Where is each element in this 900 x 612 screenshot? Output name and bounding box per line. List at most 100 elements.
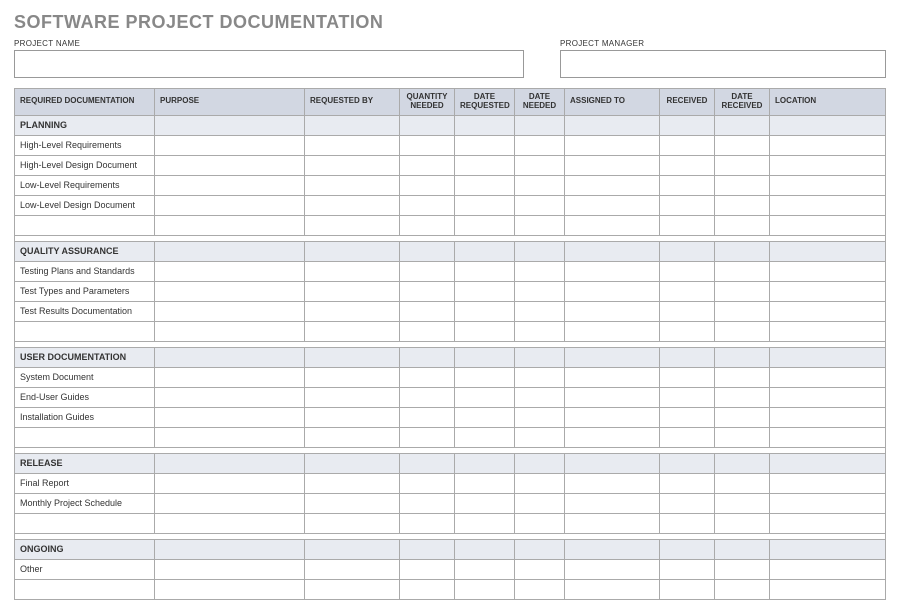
data-cell[interactable] — [305, 513, 400, 533]
data-cell[interactable] — [565, 367, 660, 387]
data-cell[interactable] — [660, 195, 715, 215]
data-cell[interactable] — [155, 473, 305, 493]
data-cell[interactable] — [565, 407, 660, 427]
data-cell[interactable] — [155, 135, 305, 155]
data-cell[interactable] — [565, 427, 660, 447]
data-cell[interactable] — [400, 175, 455, 195]
doc-name-cell[interactable]: Installation Guides — [15, 407, 155, 427]
data-cell[interactable] — [770, 195, 886, 215]
data-cell[interactable] — [155, 367, 305, 387]
data-cell[interactable] — [660, 281, 715, 301]
doc-name-cell[interactable] — [15, 215, 155, 235]
data-cell[interactable] — [155, 175, 305, 195]
data-cell[interactable] — [770, 215, 886, 235]
doc-name-cell[interactable]: Low-Level Design Document — [15, 195, 155, 215]
data-cell[interactable] — [660, 407, 715, 427]
data-cell[interactable] — [155, 579, 305, 599]
data-cell[interactable] — [155, 427, 305, 447]
data-cell[interactable] — [515, 215, 565, 235]
data-cell[interactable] — [455, 559, 515, 579]
data-cell[interactable] — [660, 367, 715, 387]
doc-name-cell[interactable]: System Document — [15, 367, 155, 387]
data-cell[interactable] — [455, 155, 515, 175]
data-cell[interactable] — [565, 215, 660, 235]
data-cell[interactable] — [715, 301, 770, 321]
data-cell[interactable] — [400, 155, 455, 175]
data-cell[interactable] — [770, 155, 886, 175]
data-cell[interactable] — [155, 387, 305, 407]
data-cell[interactable] — [305, 175, 400, 195]
data-cell[interactable] — [455, 579, 515, 599]
data-cell[interactable] — [515, 301, 565, 321]
data-cell[interactable] — [565, 513, 660, 533]
data-cell[interactable] — [515, 261, 565, 281]
data-cell[interactable] — [455, 135, 515, 155]
data-cell[interactable] — [400, 513, 455, 533]
doc-name-cell[interactable]: Other — [15, 559, 155, 579]
data-cell[interactable] — [715, 281, 770, 301]
data-cell[interactable] — [515, 559, 565, 579]
data-cell[interactable] — [715, 387, 770, 407]
data-cell[interactable] — [565, 301, 660, 321]
data-cell[interactable] — [715, 513, 770, 533]
data-cell[interactable] — [565, 387, 660, 407]
data-cell[interactable] — [770, 473, 886, 493]
data-cell[interactable] — [305, 473, 400, 493]
data-cell[interactable] — [660, 387, 715, 407]
doc-name-cell[interactable] — [15, 321, 155, 341]
data-cell[interactable] — [155, 321, 305, 341]
data-cell[interactable] — [400, 407, 455, 427]
data-cell[interactable] — [715, 367, 770, 387]
data-cell[interactable] — [455, 387, 515, 407]
data-cell[interactable] — [770, 513, 886, 533]
data-cell[interactable] — [400, 195, 455, 215]
data-cell[interactable] — [770, 559, 886, 579]
data-cell[interactable] — [715, 473, 770, 493]
project-name-input[interactable] — [14, 50, 524, 78]
data-cell[interactable] — [660, 473, 715, 493]
data-cell[interactable] — [455, 407, 515, 427]
data-cell[interactable] — [305, 155, 400, 175]
data-cell[interactable] — [715, 559, 770, 579]
data-cell[interactable] — [515, 579, 565, 599]
data-cell[interactable] — [400, 559, 455, 579]
data-cell[interactable] — [400, 473, 455, 493]
data-cell[interactable] — [455, 473, 515, 493]
data-cell[interactable] — [400, 261, 455, 281]
data-cell[interactable] — [305, 493, 400, 513]
data-cell[interactable] — [455, 281, 515, 301]
data-cell[interactable] — [305, 261, 400, 281]
doc-name-cell[interactable]: Test Results Documentation — [15, 301, 155, 321]
data-cell[interactable] — [715, 321, 770, 341]
data-cell[interactable] — [565, 175, 660, 195]
data-cell[interactable] — [400, 215, 455, 235]
data-cell[interactable] — [515, 135, 565, 155]
data-cell[interactable] — [515, 387, 565, 407]
data-cell[interactable] — [660, 135, 715, 155]
data-cell[interactable] — [305, 579, 400, 599]
data-cell[interactable] — [400, 301, 455, 321]
data-cell[interactable] — [305, 407, 400, 427]
data-cell[interactable] — [400, 579, 455, 599]
data-cell[interactable] — [400, 427, 455, 447]
data-cell[interactable] — [565, 493, 660, 513]
data-cell[interactable] — [305, 559, 400, 579]
doc-name-cell[interactable] — [15, 579, 155, 599]
data-cell[interactable] — [400, 367, 455, 387]
data-cell[interactable] — [155, 513, 305, 533]
data-cell[interactable] — [515, 175, 565, 195]
data-cell[interactable] — [455, 427, 515, 447]
data-cell[interactable] — [155, 261, 305, 281]
data-cell[interactable] — [565, 473, 660, 493]
data-cell[interactable] — [770, 281, 886, 301]
data-cell[interactable] — [305, 427, 400, 447]
data-cell[interactable] — [400, 493, 455, 513]
data-cell[interactable] — [770, 407, 886, 427]
data-cell[interactable] — [455, 493, 515, 513]
data-cell[interactable] — [455, 175, 515, 195]
data-cell[interactable] — [515, 427, 565, 447]
data-cell[interactable] — [715, 175, 770, 195]
data-cell[interactable] — [565, 261, 660, 281]
data-cell[interactable] — [660, 493, 715, 513]
data-cell[interactable] — [770, 175, 886, 195]
